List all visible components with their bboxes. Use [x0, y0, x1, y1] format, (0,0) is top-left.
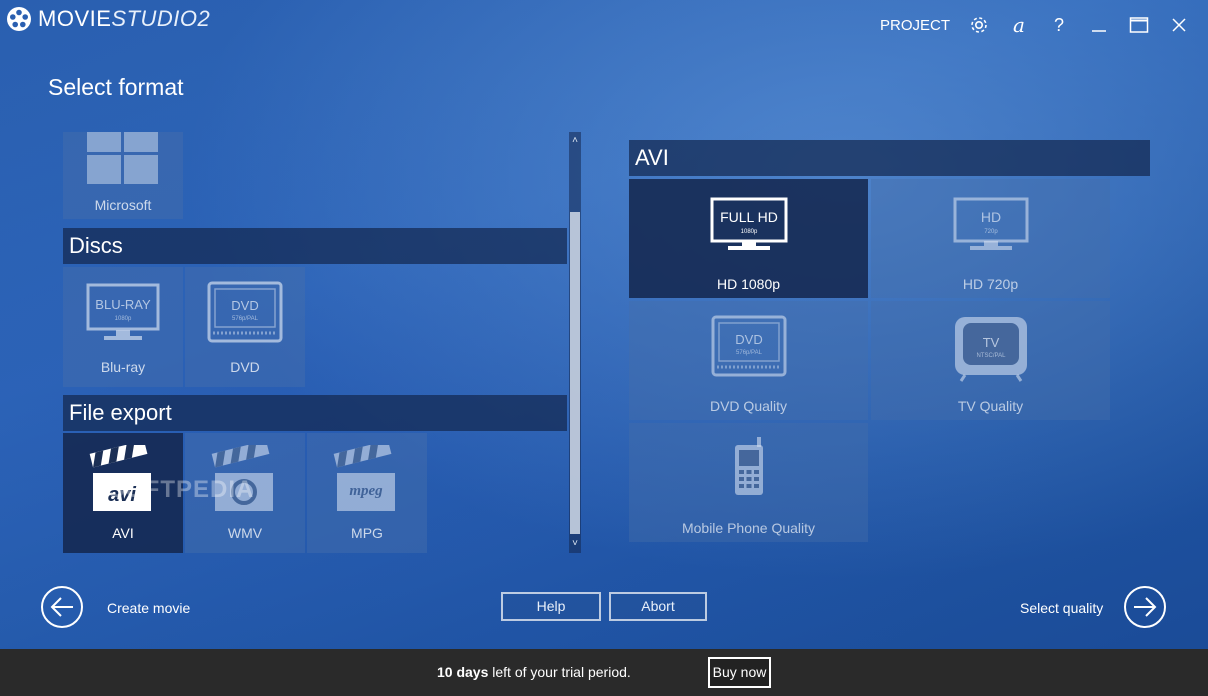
svg-text:720p: 720p	[984, 229, 998, 235]
watermark-text: SOFTPEDIA	[108, 476, 255, 503]
quality-tile-mobile[interactable]: Mobile Phone Quality	[629, 423, 868, 542]
quality-tile-tv[interactable]: TV NTSC/PAL TV Quality	[871, 301, 1110, 420]
trial-message: 10 days left of your trial period.	[437, 664, 631, 680]
tile-label: Microsoft	[94, 197, 152, 213]
format-tile-bluray[interactable]: BLU-RAY 1080p Blu-ray	[63, 267, 183, 387]
window-toolbar: PROJECT a ?	[880, 13, 1190, 37]
create-movie-link[interactable]: Create movie	[107, 600, 190, 616]
scrollbar-thumb[interactable]	[570, 212, 580, 534]
abort-button[interactable]: Abort	[609, 592, 707, 621]
quality-tile-dvd[interactable]: DVD 576p/PAL DVD Quality	[629, 301, 868, 420]
help-icon[interactable]: ?	[1048, 14, 1070, 36]
next-arrow-icon[interactable]	[1124, 586, 1166, 628]
app-logo: MOVIESTUDIO2	[6, 6, 210, 32]
svg-text:TV: TV	[983, 335, 1000, 350]
windows-logo-icon	[87, 132, 158, 184]
tile-label: TV Quality	[957, 398, 1024, 414]
clapperboard-mpeg-icon: mpeg	[333, 445, 395, 511]
quality-tile-hd720[interactable]: HD 720p HD 720p	[871, 179, 1110, 298]
format-tile-microsoft[interactable]: Microsoft	[63, 132, 183, 219]
quality-tile-hd1080[interactable]: FULL HD 1080p HD 1080p	[629, 179, 868, 298]
gear-icon[interactable]	[968, 14, 990, 36]
mobile-phone-icon	[735, 437, 763, 495]
svg-text:NTSC/PAL: NTSC/PAL	[977, 353, 1007, 359]
svg-text:DVD: DVD	[735, 332, 762, 347]
select-quality-link[interactable]: Select quality	[1020, 600, 1103, 616]
section-header-discs: Discs	[63, 228, 567, 264]
tile-label: DVD	[230, 359, 260, 375]
app-title: MOVIESTUDIO2	[38, 6, 210, 32]
tile-label: Blu-ray	[100, 359, 146, 375]
project-menu[interactable]: PROJECT	[880, 17, 950, 34]
svg-text:DVD: DVD	[231, 298, 258, 313]
svg-text:1080p: 1080p	[741, 229, 758, 235]
tile-label: MPG	[351, 525, 383, 541]
buy-now-button[interactable]: Buy now	[708, 657, 771, 688]
section-header-file-export: File export	[63, 395, 567, 431]
svg-text:FULL HD: FULL HD	[720, 209, 778, 225]
film-reel-icon	[7, 7, 31, 31]
svg-text:576p/PAL: 576p/PAL	[736, 350, 763, 356]
bluray-tv-icon: BLU-RAY 1080p	[86, 283, 160, 340]
back-arrow-icon[interactable]	[41, 586, 83, 628]
format-tile-dvd[interactable]: DVD 576p/PAL DVD	[185, 267, 305, 387]
svg-text:mpeg: mpeg	[349, 483, 383, 499]
app-title-main: MOVIE	[38, 6, 112, 31]
maximize-icon[interactable]	[1128, 14, 1150, 36]
svg-text:BLU-RAY: BLU-RAY	[95, 297, 151, 312]
hd-tv-icon: HD 720p	[953, 197, 1029, 250]
tile-label: HD 720p	[962, 276, 1019, 292]
svg-text:1080p: 1080p	[115, 316, 132, 322]
help-button[interactable]: Help	[501, 592, 601, 621]
tv-set-icon: TV NTSC/PAL	[955, 317, 1027, 382]
svg-text:HD: HD	[981, 209, 1001, 225]
app-title-sub: STUDIO2	[111, 6, 211, 31]
dvd-player-icon: DVD 576p/PAL	[711, 315, 787, 377]
tile-label: WMV	[227, 525, 263, 541]
trial-message-rest: left of your trial period.	[488, 664, 631, 680]
tile-label: AVI	[112, 525, 134, 541]
fullhd-tv-icon: FULL HD 1080p	[710, 197, 788, 250]
close-icon[interactable]	[1168, 14, 1190, 36]
font-icon[interactable]: a	[1008, 13, 1030, 37]
tile-label: HD 1080p	[716, 276, 781, 292]
svg-text:576p/PAL: 576p/PAL	[232, 316, 259, 322]
page-title: Select format	[48, 74, 184, 100]
dvd-player-icon: DVD 576p/PAL	[207, 281, 283, 343]
minimize-icon[interactable]	[1088, 14, 1110, 36]
tile-label: Mobile Phone Quality	[681, 520, 816, 536]
trial-days: 10 days	[437, 664, 489, 680]
quality-section-header: AVI	[629, 140, 1150, 176]
scroll-up-icon[interactable]: ˄	[569, 134, 581, 148]
scroll-down-icon[interactable]: ˅	[569, 537, 581, 551]
tile-label: DVD Quality	[709, 398, 788, 414]
format-tile-mpg[interactable]: mpeg MPG	[307, 433, 427, 553]
